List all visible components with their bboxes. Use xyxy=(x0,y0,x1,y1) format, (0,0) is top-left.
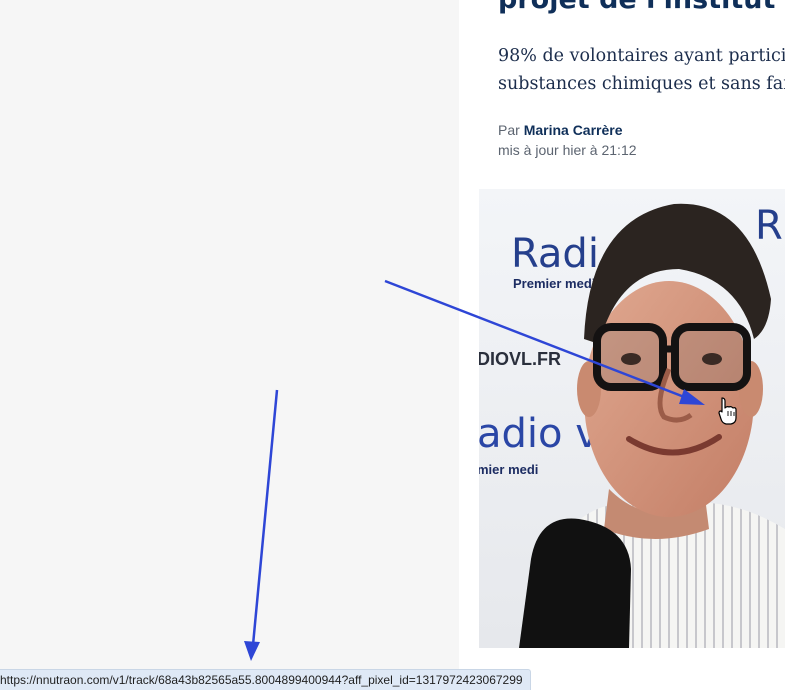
article-photo[interactable]: Radi Premier medi DIOVL.FR adio v mier m… xyxy=(479,189,785,648)
updated-timestamp: mis à jour hier à 21:12 xyxy=(498,142,637,158)
byline-prefix: Par xyxy=(498,122,520,138)
eye-left xyxy=(621,353,641,365)
lead-line-2: substances chimiques et sans fair xyxy=(498,74,785,94)
backdrop-text-2: Premier medi xyxy=(513,276,595,291)
author-link[interactable]: Marina Carrère xyxy=(524,122,623,138)
article-headline[interactable]: projet de l'institut d xyxy=(498,0,785,17)
backdrop-text-4: adio v xyxy=(479,411,599,457)
face xyxy=(584,281,754,517)
article-column: projet de l'institut d 98% de volontaire… xyxy=(459,0,785,690)
backdrop-text-6: R xyxy=(755,203,783,249)
backdrop-text-1: Radi xyxy=(511,231,599,277)
left-blank-panel xyxy=(0,0,459,690)
link-status-bar: https://nnutraon.com/v1/track/68a43b8256… xyxy=(0,669,531,690)
eye-right xyxy=(702,353,722,365)
backdrop-text-5: mier medi xyxy=(479,462,538,477)
backdrop-text-3: DIOVL.FR xyxy=(479,349,561,369)
byline: Par Marina Carrère xyxy=(498,120,623,140)
lead-line-1: 98% de volontaires ayant particip xyxy=(498,46,785,66)
article-lead: 98% de volontaires ayant particip substa… xyxy=(498,42,785,98)
